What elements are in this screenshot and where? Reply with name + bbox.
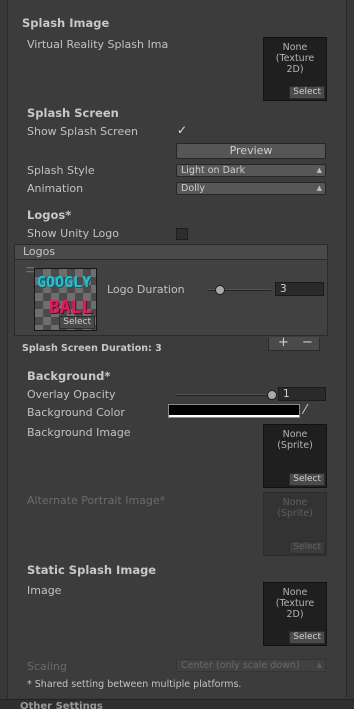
background-color-label: Background Color [27,406,125,419]
background-image-label: Background Image [27,426,131,439]
dropdown-value: Dolly [181,183,206,194]
select-button: Select [289,541,325,554]
thumb-text: 2D) [286,64,304,75]
thumb-text: (Texture [275,53,315,64]
animation-dropdown[interactable]: Dolly ▲ [176,182,326,195]
logo-image-text: GOOGLY [37,273,92,291]
splash-style-dropdown[interactable]: Light on Dark ▲ [176,164,326,177]
logo-duration-field[interactable]: 3 [275,282,324,296]
logos-header: Logos* [27,208,72,222]
splash-duration-text: Splash Screen Duration: 3 [22,343,162,354]
thumb-text: 2D) [286,609,304,620]
add-button[interactable]: + [278,336,289,349]
select-button[interactable]: Select [289,631,325,644]
background-color-field[interactable] [168,404,300,418]
next-section-title: Other Settings [20,701,103,709]
overlay-opacity-field[interactable]: 1 [278,387,326,401]
background-header: Background* [27,369,111,383]
logos-list-header: Logos [14,244,328,260]
chevron-updown-icon: ▲ [316,661,322,669]
preview-button[interactable]: Preview [176,143,326,159]
splash-style-label: Splash Style [27,164,95,177]
chevron-updown-icon: ▲ [316,184,322,192]
thumb-text: None [282,587,308,598]
thumb-text: None [282,497,308,508]
next-section-foldout[interactable]: Other Settings [0,699,354,709]
show-splash-screen-label: Show Splash Screen [27,125,138,138]
vr-splash-image-field[interactable]: None (Texture 2D) Select [263,37,327,101]
thumb-text: (Sprite) [277,508,313,519]
scaling-label: Scaling [27,660,67,673]
slider-knob[interactable] [267,390,277,400]
logo-duration-label: Logo Duration [107,283,185,296]
splash-image-header: Splash Image [22,16,110,30]
select-button[interactable]: Select [289,86,325,99]
shared-setting-footnote: * Shared setting between multiple platfo… [27,679,242,690]
thumb-text: (Sprite) [277,440,313,451]
overlay-opacity-slider[interactable] [176,394,272,396]
logo-image-text: BALL [49,297,93,318]
slider-knob[interactable] [214,285,225,295]
select-button[interactable]: Select [289,473,325,486]
list-add-remove: + − [268,336,320,351]
alternate-portrait-field: None (Sprite) Select [263,492,327,556]
thumb-text: (Texture [275,598,315,609]
eyedropper-icon[interactable]: ⁄ [304,404,318,418]
show-splash-screen-checkbox[interactable]: ✓ [176,124,188,137]
dropdown-value: Center (only scale down) [181,660,300,671]
animation-label: Animation [27,182,84,195]
remove-button[interactable]: − [302,336,313,349]
chevron-updown-icon: ▲ [316,166,322,174]
static-image-label: Image [27,584,62,597]
thumb-text: None [282,429,308,440]
static-splash-header: Static Splash Image [27,563,157,577]
splash-screen-header: Splash Screen [27,106,119,120]
select-button[interactable]: Select [59,316,95,329]
show-unity-logo-label: Show Unity Logo [27,227,119,240]
logo-image-field[interactable]: GOOGLY BALL Select [34,268,97,331]
overlay-opacity-label: Overlay Opacity [27,388,116,401]
static-image-field[interactable]: None (Texture 2D) Select [263,582,327,646]
scaling-dropdown: Center (only scale down) ▲ [176,659,326,672]
alternate-portrait-label: Alternate Portrait Image* [27,494,166,507]
background-image-field[interactable]: None (Sprite) Select [263,424,327,488]
vr-splash-image-label: Virtual Reality Splash Ima [27,38,169,51]
dropdown-value: Light on Dark [181,165,246,176]
thumb-text: None [282,42,308,53]
show-unity-logo-checkbox[interactable] [176,228,188,240]
